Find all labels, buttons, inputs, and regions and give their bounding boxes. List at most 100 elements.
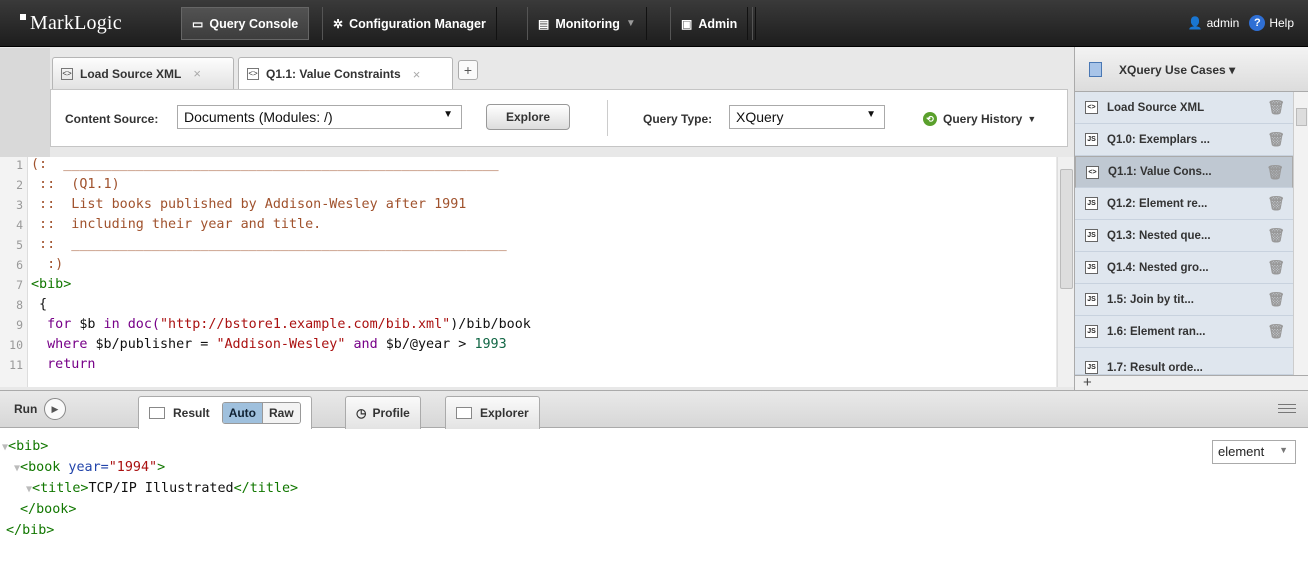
result-format-select[interactable]: element ▼ — [1212, 440, 1296, 464]
marklogic-logo[interactable]: MarkLogic — [20, 12, 122, 35]
trash-icon[interactable]: 🗑 — [1266, 164, 1284, 181]
console-icon: ▭ — [192, 16, 204, 31]
user-icon: 👤 — [1187, 16, 1203, 30]
workspace-header[interactable]: XQuery Use Cases ▾ — [1075, 47, 1308, 92]
js-file-icon: JS — [1085, 197, 1098, 210]
code-path: /@year > — [401, 337, 475, 352]
result-output: ▼<bib> ▼<book year="1994"> ▼<title>TCP/I… — [0, 429, 1308, 561]
workspace-item[interactable]: JS 1.5: Join by tit... 🗑 — [1075, 284, 1293, 316]
tab-explorer[interactable]: Explorer — [445, 396, 540, 429]
tab-profile[interactable]: ◷ Profile — [345, 396, 421, 429]
tab-label: Load Source XML — [80, 66, 182, 81]
code-line-comment: (: _____________________________________… — [31, 157, 499, 172]
code-line-where: where $b/publisher = "Addison-Wesley" an… — [31, 337, 507, 352]
code-line-return: return — [31, 357, 96, 372]
output-format-toggle[interactable]: Auto Raw — [221, 402, 301, 424]
workspace-title: XQuery Use Cases ▾ — [1119, 63, 1236, 77]
code-keyword: and — [345, 337, 386, 352]
js-file-icon: JS — [1085, 133, 1098, 146]
scrollbar-thumb[interactable] — [1296, 108, 1307, 126]
query-type-value: XQuery — [736, 109, 784, 125]
raw-toggle[interactable]: Raw — [263, 403, 300, 423]
result-format-value: element — [1218, 444, 1265, 459]
line-number: 8 — [16, 298, 23, 312]
query-toolbar: Content Source: Documents (Modules: /) ▼… — [50, 89, 1068, 147]
line-number-gutter: 1 2 3 4 5 6 7 8 9 10 11 — [0, 157, 28, 387]
workspace-item-label: 1.6: Element ran... — [1107, 325, 1206, 338]
menu-icon[interactable] — [1278, 404, 1296, 413]
trash-icon[interactable]: 🗑 — [1267, 259, 1285, 276]
xml-text: TCP/IP Illustrated — [88, 481, 234, 496]
explore-button[interactable]: Explore — [486, 104, 570, 130]
tab-label: Q1.1: Value Constraints — [266, 67, 401, 81]
nav-admin[interactable]: ▣ Admin — [670, 7, 749, 40]
auto-toggle[interactable]: Auto — [222, 403, 264, 423]
code-variable: $b — [95, 337, 112, 352]
result-line: ▼<book year="1994"> — [14, 460, 165, 475]
line-number: 6 — [16, 258, 23, 272]
trash-icon[interactable]: 🗑 — [1267, 323, 1285, 340]
tab-q1-1-value-constraints[interactable]: <> Q1.1: Value Constraints × — [238, 57, 453, 90]
code-line-tag: <bib> — [31, 277, 72, 292]
content-source-label: Content Source: — [65, 112, 159, 126]
result-icon — [149, 407, 165, 419]
workspace-item[interactable]: JS 1.6: Element ran... 🗑 — [1075, 316, 1293, 348]
help-icon[interactable]: ? — [1249, 15, 1266, 31]
close-icon[interactable]: × — [413, 67, 421, 82]
query-console-app: MarkLogic ▭ Query Console ✲ Configuration … — [0, 0, 1308, 561]
xml-file-icon: <> — [247, 68, 259, 80]
user-name[interactable]: admin — [1207, 16, 1240, 30]
tab-profile-label: Profile — [372, 406, 410, 420]
trash-icon[interactable]: 🗑 — [1267, 195, 1285, 212]
code-string: "Addison-Wesley" — [216, 337, 346, 352]
trash-icon[interactable]: 🗑 — [1267, 99, 1285, 116]
workspace-scrollbar[interactable] — [1293, 92, 1308, 375]
workspace-item[interactable]: JS Q1.4: Nested gro... 🗑 — [1075, 252, 1293, 284]
monitor-icon: ▤ — [538, 16, 550, 31]
close-icon[interactable]: × — [193, 66, 201, 81]
nav-monitoring[interactable]: ▤ Monitoring ▼ — [527, 7, 647, 40]
editor-scrollbar[interactable] — [1057, 157, 1074, 387]
js-file-icon: JS — [1085, 361, 1098, 374]
result-line: </bib> — [6, 523, 55, 538]
trash-icon[interactable]: 🗑 — [1267, 227, 1285, 244]
tab-result[interactable]: Result Auto Raw — [138, 396, 312, 429]
workspace-item[interactable]: JS Q1.0: Exemplars ... 🗑 — [1075, 124, 1293, 156]
trash-icon[interactable]: 🗑 — [1267, 291, 1285, 308]
result-line: </book> — [20, 502, 77, 517]
query-type-select[interactable]: XQuery ▼ — [729, 105, 885, 129]
explorer-icon — [456, 407, 472, 419]
workspace-item-label: Q1.3: Nested que... — [1107, 229, 1211, 242]
workspace-item-label: Q1.2: Element re... — [1107, 197, 1208, 210]
add-tab-button[interactable]: + — [458, 60, 478, 80]
nav-divider — [752, 7, 756, 40]
nav-query-console-label: Query Console — [209, 16, 299, 31]
brand-name: MarkLogic — [30, 12, 122, 34]
dropdown-caret-icon: ▼ — [866, 109, 876, 120]
chevron-down-icon: ▼ — [1027, 114, 1037, 124]
scrollbar-thumb[interactable] — [1060, 169, 1073, 289]
code-line-brace: { — [31, 297, 48, 312]
workspace-item[interactable]: JS Q1.3: Nested que... 🗑 — [1075, 220, 1293, 252]
js-file-icon: JS — [1085, 325, 1098, 338]
add-query-button[interactable]: + — [1075, 375, 1308, 390]
run-button[interactable]: ▶ — [44, 398, 66, 420]
chevron-down-icon: ▼ — [625, 18, 636, 29]
xml-tag: <book — [20, 460, 69, 475]
content-source-select[interactable]: Documents (Modules: /) ▼ — [177, 105, 462, 129]
workspace-item[interactable]: <> Load Source XML 🗑 — [1075, 92, 1293, 124]
trash-icon[interactable]: 🗑 — [1267, 131, 1285, 148]
result-line: ▼<bib> — [2, 439, 48, 454]
tab-explorer-label: Explorer — [480, 406, 529, 420]
code-editor[interactable]: 1 2 3 4 5 6 7 8 9 10 11 (: _____________… — [0, 157, 1056, 387]
workspace-item[interactable]: JS Q1.2: Element re... 🗑 — [1075, 188, 1293, 220]
workspace-item[interactable]: JS 1.7: Result orde... — [1075, 348, 1293, 375]
workspace-item-selected[interactable]: <> Q1.1: Value Cons... 🗑 — [1075, 156, 1293, 188]
nav-query-console[interactable]: ▭ Query Console — [181, 7, 310, 40]
query-history-button[interactable]: ⟲ Query History ▼ — [923, 112, 1036, 126]
nav-configuration-manager[interactable]: ✲ Configuration Manager — [322, 7, 497, 40]
tab-load-source-xml[interactable]: <> Load Source XML × — [52, 57, 234, 89]
run-label[interactable]: Run — [14, 402, 37, 416]
help-link[interactable]: Help — [1269, 16, 1294, 30]
result-line: ▼<title>TCP/IP Illustrated</title> — [26, 481, 298, 496]
